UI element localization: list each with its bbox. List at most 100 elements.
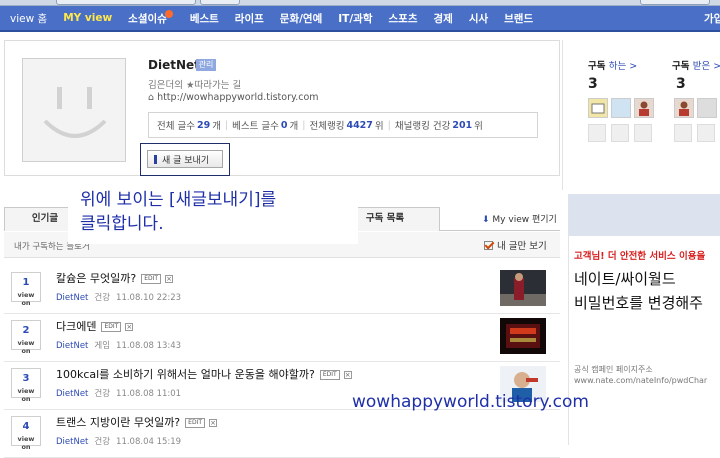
post-meta: DietNet 건강 11.08.04 15:19	[56, 435, 181, 447]
subscribers-title[interactable]: 구독 받은 >	[672, 58, 720, 72]
stat-unit: 개	[212, 121, 221, 132]
edit-tag[interactable]: EDIT	[185, 418, 206, 428]
ad-header	[568, 194, 720, 236]
post-title[interactable]: 트랜스 지방이란 무엇일까? EDIT ×	[56, 414, 218, 430]
post-date: 11.08.10 22:23	[116, 293, 182, 303]
nav-item-my-view[interactable]: MY view	[63, 12, 112, 24]
subscriber-thumb[interactable]	[674, 98, 694, 118]
rank-box[interactable]: 2 view on	[11, 320, 41, 355]
ad-url[interactable]: www.nate.com/nateInfo/pwdChar	[574, 376, 707, 385]
divider	[562, 40, 563, 190]
subscribers-link[interactable]: 받은 >	[693, 61, 720, 72]
my-view-edit-link[interactable]: ⬇ My view 편기기	[482, 212, 557, 225]
divider: |	[224, 119, 229, 131]
rank-box[interactable]: 3 view on	[11, 368, 41, 403]
rank-box[interactable]: 1 view on	[11, 272, 41, 307]
nav-item-current-affairs[interactable]: 시사	[469, 11, 488, 26]
post-title-text: 트랜스 지방이란 무엇일까?	[56, 416, 181, 429]
stat-label: 전체 글수	[157, 121, 195, 132]
edit-tag[interactable]: EDIT	[319, 370, 340, 380]
post-title[interactable]: 100kcal를 소비하기 위해서는 얼마나 운동을 해야할까? EDIT ×	[56, 366, 352, 382]
blog-stats: 전체 글수 29 개 | 베스트 글수 0 개 | 전체랭킹 4427 위 | …	[148, 112, 538, 138]
browser-tab[interactable]	[200, 0, 240, 5]
browser-tab[interactable]	[640, 0, 710, 5]
nav-item-join[interactable]: 가입	[704, 11, 720, 26]
post-row: 4 view on 트랜스 지방이란 무엇일까? EDIT × DietNet 건강 11…	[4, 410, 560, 458]
subscribers-label: 구독	[672, 61, 690, 72]
view-on-label: view on	[17, 435, 35, 451]
edit-tag[interactable]: EDIT	[141, 274, 162, 284]
ad-subtitle: 비밀번호를 변경해주	[574, 294, 703, 312]
nav-item-life[interactable]: 라이프	[235, 11, 264, 26]
post-thumbnail[interactable]	[500, 270, 546, 306]
nav-item-view-home[interactable]: view 홈	[10, 11, 47, 26]
view-on-label: view on	[17, 291, 35, 307]
stat-value: 0	[280, 119, 288, 131]
watermark: wowhappyworld.tistory.com	[352, 392, 589, 412]
close-icon[interactable]: ×	[343, 371, 352, 379]
post-title[interactable]: 칼슘은 무엇일까? EDIT ×	[56, 270, 174, 286]
subscriber-thumb[interactable]	[634, 98, 654, 118]
empty-slot	[588, 124, 606, 142]
post-blog[interactable]: DietNet	[56, 341, 88, 351]
annotation-line: 위에 보이는 [새글보내기]를	[80, 190, 277, 210]
post-blog[interactable]: DietNet	[56, 293, 88, 303]
post-date: 11.08.08 13:43	[116, 341, 182, 351]
post-blog[interactable]: DietNet	[56, 389, 88, 399]
stat-unit: 위	[374, 121, 384, 132]
subscribing-count: 3	[588, 76, 598, 92]
close-icon[interactable]: ×	[125, 323, 134, 331]
person-icon	[679, 101, 689, 116]
person-icon	[639, 101, 649, 116]
post-blog[interactable]: DietNet	[56, 437, 88, 447]
close-icon[interactable]: ×	[165, 275, 174, 283]
subscriber-thumb[interactable]	[588, 98, 608, 118]
nav-item-best[interactable]: 베스트	[190, 11, 219, 26]
post-meta: DietNet 건강 11.08.08 11:01	[56, 387, 181, 399]
ad-title: 네이트/싸이월드	[574, 270, 676, 288]
subscribing-title[interactable]: 구독 하는 >	[588, 58, 637, 72]
empty-slot	[674, 124, 692, 142]
empty-slot	[634, 124, 652, 142]
post-category: 건강	[94, 437, 111, 447]
nav-item-label: 소셜이슈	[128, 13, 167, 25]
rank-box[interactable]: 4 view on	[11, 416, 41, 451]
edit-tag[interactable]: EDIT	[101, 322, 122, 332]
new-post-button[interactable]: 새 글 보내기	[147, 150, 223, 168]
rank-number: 1	[22, 277, 30, 288]
post-meta: DietNet 건강 11.08.10 22:23	[56, 291, 181, 303]
subscriber-thumb[interactable]	[611, 98, 631, 118]
post-thumbnail[interactable]	[500, 318, 546, 354]
rank-number: 3	[22, 373, 30, 384]
browser-tab[interactable]	[56, 0, 196, 5]
nav-item-brand[interactable]: 브랜드	[504, 11, 533, 26]
checkbox-checked-icon[interactable]	[484, 240, 493, 250]
nav-item-economy[interactable]: 경제	[433, 11, 452, 26]
subscribers-count: 3	[676, 76, 686, 92]
annotation-text: 위에 보이는 [새글보내기]를 클릭합니다.	[68, 184, 358, 244]
admin-badge[interactable]: 관리	[196, 59, 216, 71]
nav-item-culture[interactable]: 문화/연예	[280, 11, 322, 26]
post-category: 건강	[94, 389, 111, 399]
my-posts-only-toggle[interactable]: 내 글만 보기	[484, 238, 547, 252]
annotation-line: 클릭합니다.	[80, 214, 164, 234]
post-title-text: 다크에덴	[56, 320, 97, 333]
stat-label: 베스트 글수	[232, 121, 279, 132]
blog-url[interactable]: ⌂ http://wowhappyworld.tistory.com	[148, 92, 319, 103]
nav-item-sports[interactable]: 스포츠	[389, 11, 418, 26]
empty-slot	[697, 124, 715, 142]
avatar[interactable]	[22, 58, 126, 162]
empty-slot	[611, 124, 629, 142]
subscribing-link[interactable]: 하는 >	[609, 61, 637, 72]
blog-name[interactable]: DietNet	[148, 58, 200, 72]
nav-item-it[interactable]: IT/과학	[338, 11, 372, 26]
nav-item-social-issue[interactable]: 소셜이슈	[128, 10, 174, 26]
stat-value: 4427	[346, 119, 373, 131]
divider: |	[387, 119, 391, 131]
post-title-text: 100kcal를 소비하기 위해서는 얼마나 운동을 해야할까?	[56, 368, 315, 381]
post-title[interactable]: 다크에덴 EDIT ×	[56, 318, 134, 334]
new-post-label: 새 글 보내기	[162, 155, 210, 166]
close-icon[interactable]: ×	[209, 419, 218, 427]
stat-value: 29	[196, 119, 211, 131]
subscriber-thumb[interactable]	[697, 98, 717, 118]
